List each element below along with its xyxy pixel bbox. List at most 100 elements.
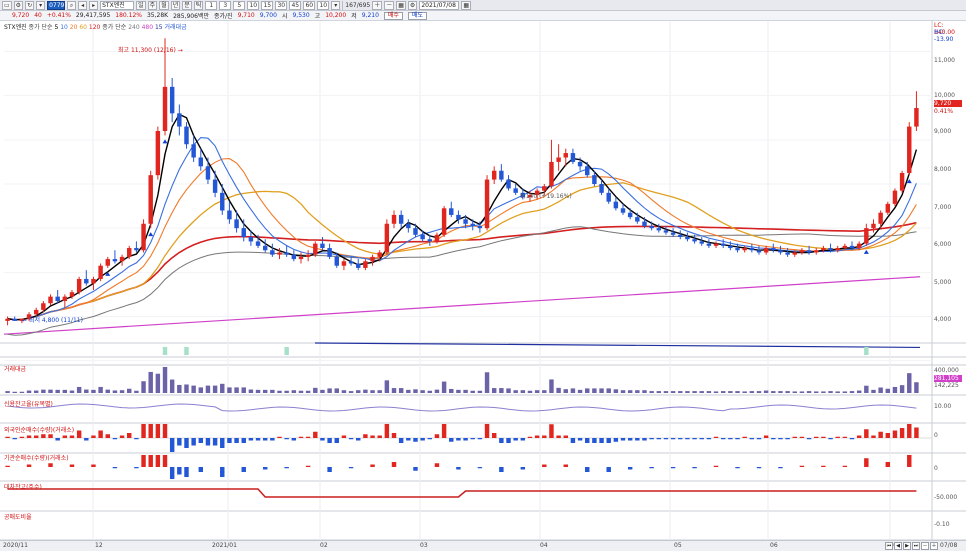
candle bbox=[384, 223, 390, 253]
volume-bar bbox=[620, 390, 626, 393]
volume-bar bbox=[864, 385, 869, 393]
stock-code-input[interactable]: 077970 bbox=[47, 0, 72, 10]
candle bbox=[69, 292, 75, 297]
candle bbox=[427, 239, 433, 242]
foreign-bar bbox=[470, 438, 475, 440]
foreign-bar bbox=[98, 430, 103, 438]
candle bbox=[12, 318, 17, 321]
date-field[interactable]: 2021/07/08 bbox=[419, 0, 460, 10]
foreign-bar bbox=[728, 438, 733, 440]
scroll-first-button[interactable]: ⏮ bbox=[885, 542, 893, 550]
period-30[interactable]: 30 bbox=[275, 0, 288, 10]
volume-bar bbox=[842, 391, 848, 393]
period-3[interactable]: 3 bbox=[219, 0, 232, 10]
foreign-bar bbox=[191, 438, 196, 446]
volume-bar bbox=[885, 388, 891, 393]
volume-bar bbox=[184, 384, 189, 393]
buy-button[interactable]: 매수 bbox=[383, 11, 403, 20]
sell-button[interactable]: 매도 bbox=[407, 11, 427, 20]
candle bbox=[363, 261, 368, 268]
candle bbox=[406, 223, 411, 229]
period-week-button[interactable]: 주 bbox=[147, 0, 158, 10]
volume-bar bbox=[84, 389, 89, 393]
dropdown-arrow-icon[interactable]: ▾ bbox=[36, 0, 46, 10]
period-day-button[interactable]: 일 bbox=[136, 0, 146, 10]
grid-icon[interactable]: ▦ bbox=[396, 0, 406, 10]
price-chart[interactable] bbox=[0, 21, 966, 540]
volume-bar bbox=[549, 379, 554, 393]
search-icon[interactable]: ⌕ bbox=[67, 0, 77, 10]
zoom-out-button[interactable]: － bbox=[921, 542, 929, 550]
volume-bar bbox=[262, 389, 268, 393]
candle bbox=[556, 157, 561, 162]
foreign-bar bbox=[527, 436, 533, 438]
period-45[interactable]: 45 bbox=[289, 0, 302, 10]
zoom-in-icon[interactable]: ＋ bbox=[372, 0, 383, 10]
foreign-bar bbox=[463, 438, 468, 441]
institution-bar bbox=[499, 467, 504, 472]
stock-name-field[interactable]: STX엔진 bbox=[100, 0, 135, 10]
volume-bar bbox=[856, 390, 862, 393]
zoom-in-button[interactable]: ＋ bbox=[930, 542, 938, 550]
period-minute-button[interactable]: 분 bbox=[182, 0, 192, 10]
period-5[interactable]: 5 bbox=[233, 0, 246, 10]
foreign-bar bbox=[585, 438, 590, 443]
institution-bar bbox=[198, 467, 204, 472]
candle bbox=[305, 254, 311, 257]
stock-chart-window: ▭ ⚙ ↻ ▾ 077970 ⌕ ◂ ▸ STX엔진 일 주 월 년 분 틱 1… bbox=[0, 0, 966, 551]
volume-bar bbox=[370, 390, 375, 393]
period-tick-button[interactable]: 틱 bbox=[193, 0, 204, 10]
next-stock-button[interactable]: ▸ bbox=[89, 0, 99, 10]
institution-bar bbox=[864, 458, 869, 467]
candle bbox=[341, 261, 347, 266]
period-year-button[interactable]: 년 bbox=[170, 0, 181, 10]
volume-bar bbox=[320, 389, 325, 393]
count-input[interactable]: 10 bbox=[317, 0, 330, 10]
foreign-bar bbox=[26, 435, 32, 438]
foreign-bar bbox=[570, 438, 576, 443]
volume-bar bbox=[33, 390, 39, 393]
foreign-bar bbox=[627, 438, 633, 441]
volume-bar bbox=[821, 391, 826, 393]
volume-bar bbox=[363, 389, 368, 393]
calendar-icon[interactable]: ▦ bbox=[461, 0, 471, 10]
legend-volume: 거래대금 bbox=[164, 24, 187, 31]
period-60[interactable]: 60 bbox=[303, 0, 316, 10]
change-percent: +0.41% bbox=[46, 12, 71, 19]
candle bbox=[177, 113, 182, 127]
period-month-button[interactable]: 월 bbox=[159, 0, 169, 10]
x-label-3: 02 bbox=[320, 542, 328, 549]
foreign-bar bbox=[241, 438, 246, 443]
legend-ma10: 10 bbox=[60, 24, 68, 31]
zoom-out-icon[interactable]: － bbox=[384, 0, 395, 10]
volume-bar bbox=[570, 388, 576, 393]
chart-type-button[interactable]: ▭ bbox=[2, 0, 12, 10]
scroll-prev-button[interactable]: ◀ bbox=[894, 542, 902, 550]
institution-bar bbox=[907, 455, 912, 467]
x-label-4: 03 bbox=[420, 542, 428, 549]
institution-bar bbox=[134, 467, 139, 469]
candle bbox=[62, 296, 68, 302]
period-15[interactable]: 15 bbox=[261, 0, 274, 10]
foreign-bar bbox=[162, 424, 168, 438]
candle bbox=[441, 208, 447, 235]
volume-bar bbox=[220, 383, 225, 393]
count-dropdown-icon[interactable]: ▾ bbox=[331, 0, 341, 10]
refresh-button[interactable]: ↻ bbox=[25, 0, 35, 10]
prev-stock-button[interactable]: ◂ bbox=[78, 0, 88, 10]
signal-bar bbox=[184, 347, 189, 355]
pane-label-retail: 대차잔고(주수) bbox=[4, 484, 42, 491]
legend-ma240: 240 bbox=[128, 24, 140, 31]
toolbar: ▭ ⚙ ↻ ▾ 077970 ⌕ ◂ ▸ STX엔진 일 주 월 년 분 틱 1… bbox=[0, 0, 966, 11]
low-value: 9,210 bbox=[361, 12, 379, 19]
volume-bar bbox=[441, 381, 447, 393]
period-1[interactable]: 1 bbox=[205, 0, 218, 10]
foreign-bar bbox=[864, 429, 869, 438]
volume-bar bbox=[377, 390, 382, 393]
volume-bar bbox=[606, 388, 611, 393]
scroll-next-button[interactable]: ▶ bbox=[903, 542, 911, 550]
scroll-last-button[interactable]: ⏭ bbox=[912, 542, 920, 550]
settings-button[interactable]: ⚙ bbox=[13, 0, 24, 10]
gear-icon[interactable]: ⚙ bbox=[407, 0, 418, 10]
period-10[interactable]: 10 bbox=[247, 0, 260, 10]
